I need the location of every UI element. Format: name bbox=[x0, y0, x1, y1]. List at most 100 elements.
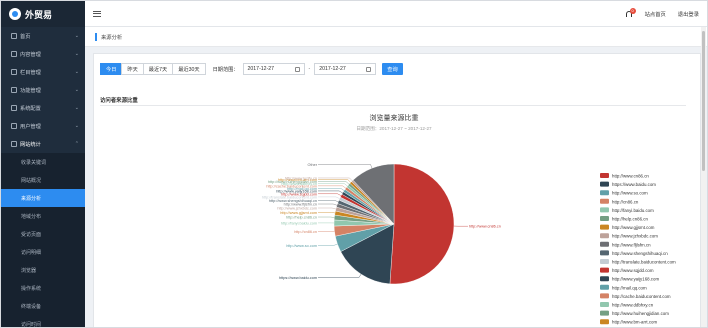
slice-label-line bbox=[318, 164, 373, 169]
pie-chart: 浏览量来源比重 日期范围：2017-12-27 ~ 2017-12-27 htt… bbox=[262, 113, 676, 325]
legend-label[interactable]: http://help.cn86.cn bbox=[612, 217, 648, 222]
sidebar-subitem-region[interactable]: 地域分布 bbox=[1, 207, 85, 225]
legend-swatch[interactable] bbox=[600, 310, 609, 316]
legend-label[interactable]: http://www.shengshihuaqi.cn bbox=[612, 251, 668, 256]
legend-label[interactable]: http://mail.qq.com bbox=[612, 285, 647, 290]
legend-swatch[interactable] bbox=[600, 173, 609, 178]
sidebar-subitem-time[interactable]: 访问时间 bbox=[1, 315, 85, 327]
legend-swatch[interactable] bbox=[600, 250, 609, 256]
document-icon bbox=[11, 51, 17, 57]
slice-label: http://www.lyzjfu.cn bbox=[285, 176, 317, 180]
pie-slice[interactable] bbox=[389, 163, 455, 285]
legend-label[interactable]: http://www.sqjdd.com bbox=[612, 268, 654, 273]
yesterday-button[interactable]: 昨天 bbox=[121, 63, 144, 75]
slice-label-line bbox=[318, 177, 353, 181]
sidebar-subitem-overview[interactable]: 网站概况 bbox=[1, 171, 85, 189]
legend-swatch[interactable] bbox=[600, 233, 609, 239]
slice-label: https://www.baidu.com bbox=[279, 276, 317, 280]
sidebar-item-label: 功能管理 bbox=[20, 87, 41, 94]
sidebar-subitem-keywords[interactable]: 收录关键词 bbox=[1, 153, 85, 171]
site-home-link[interactable]: 站点首页 bbox=[645, 10, 666, 18]
sidebar-item-users[interactable]: 用户管理 ⌄ bbox=[1, 117, 85, 135]
legend-label[interactable]: http://www.so.com bbox=[612, 191, 648, 196]
notification-badge: 0 bbox=[629, 7, 636, 14]
legend-label[interactable]: http://www.fljlsfm.cn bbox=[612, 242, 651, 247]
legend-swatch[interactable] bbox=[600, 241, 609, 247]
chart-subtitle: 日期范围：2017-12-27 ~ 2017-12-27 bbox=[356, 125, 432, 132]
last-7-days-button[interactable]: 最近7天 bbox=[142, 63, 174, 75]
sidebar-subitem-device[interactable]: 终端设备 bbox=[1, 297, 85, 315]
legend-label[interactable]: http://translate.baiducontent.com bbox=[612, 260, 676, 265]
legend-swatch[interactable] bbox=[600, 319, 609, 325]
scrollbar-thumb[interactable] bbox=[702, 31, 705, 171]
legend-swatch[interactable] bbox=[600, 284, 609, 290]
sidebar-item-label: 栏目管理 bbox=[20, 69, 41, 76]
grid-icon bbox=[11, 87, 17, 93]
topbar: 0 站点首页 退出登录 bbox=[85, 1, 707, 27]
end-date-input[interactable]: 2017-12-27 bbox=[314, 63, 377, 75]
chart-icon bbox=[11, 141, 17, 147]
legend-label[interactable]: http://www.huihengjidian.com bbox=[612, 311, 669, 316]
topbar-actions: 0 站点首页 退出登录 bbox=[625, 1, 699, 27]
last-30-days-button[interactable]: 最近30天 bbox=[172, 63, 206, 75]
legend-swatch[interactable] bbox=[600, 276, 609, 282]
chevron-up-icon: ⌃ bbox=[74, 141, 79, 147]
logout-link[interactable]: 退出登录 bbox=[678, 10, 699, 18]
legend-swatch[interactable] bbox=[600, 207, 609, 213]
slice-label-line bbox=[318, 179, 351, 183]
sidebar-item-home[interactable]: 首页 ⌄ bbox=[1, 27, 85, 45]
legend-swatch[interactable] bbox=[600, 302, 609, 307]
chart-title: 浏览量来源比重 bbox=[370, 113, 419, 122]
legend-swatch[interactable] bbox=[600, 198, 609, 204]
user-icon bbox=[11, 123, 17, 129]
slice-label: Other bbox=[308, 163, 318, 167]
sidebar-subitem-details[interactable]: 访问明细 bbox=[1, 243, 85, 261]
scrollbar[interactable] bbox=[701, 27, 706, 327]
menu-toggle-icon[interactable] bbox=[93, 10, 101, 17]
legend-label[interactable]: http://cn86.cn bbox=[612, 199, 639, 204]
legend-label[interactable]: http://www.gjjsmt.com bbox=[612, 225, 655, 230]
legend-swatch[interactable] bbox=[600, 267, 609, 273]
legend-label[interactable]: https://www.baidu.com bbox=[612, 182, 656, 187]
sidebar-item-label: 首页 bbox=[20, 33, 31, 40]
legend-label[interactable]: http://fanyi.baidu.com bbox=[612, 208, 654, 213]
chevron-down-icon: ⌄ bbox=[74, 123, 79, 129]
slice-label: http://cn86.cn bbox=[294, 230, 317, 234]
slice-label-line bbox=[318, 207, 336, 210]
sidebar-item-content[interactable]: 内容管理 ⌄ bbox=[1, 45, 85, 63]
chevron-down-icon: ⌄ bbox=[74, 87, 79, 93]
sidebar-subitem-os[interactable]: 操作系统 bbox=[1, 279, 85, 297]
legend-label[interactable]: http://www.bm-arrt.com bbox=[612, 320, 657, 325]
sidebar-subitem-source[interactable]: 来源分析 bbox=[1, 189, 85, 207]
legend-swatch[interactable] bbox=[600, 216, 609, 221]
sidebar-item-stats[interactable]: 网站统计 ⌃ bbox=[1, 135, 85, 153]
start-date-input[interactable]: 2017-12-27 bbox=[242, 63, 305, 75]
legend-label[interactable]: http://www.jzhxbdc.com bbox=[612, 234, 658, 239]
sidebar-item-columns[interactable]: 栏目管理 ⌄ bbox=[1, 63, 85, 81]
legend-label[interactable]: http://www.yaijy168.com bbox=[612, 277, 659, 282]
legend-label[interactable]: http://cache.baiducontent.com bbox=[612, 294, 671, 299]
sidebar-subitem-pages[interactable]: 受访页面 bbox=[1, 225, 85, 243]
legend-label[interactable]: http://www.ddbhxy.cn bbox=[612, 303, 654, 308]
sidebar-subitem-browser[interactable]: 浏览器 bbox=[1, 261, 85, 279]
slice-label-line bbox=[318, 188, 345, 191]
brand[interactable]: 外贸易 bbox=[1, 1, 85, 27]
slice-label-line bbox=[318, 196, 340, 199]
query-button[interactable]: 查询 bbox=[382, 63, 403, 75]
brand-name: 外贸易 bbox=[25, 9, 53, 20]
legend-swatch[interactable] bbox=[600, 224, 609, 230]
sidebar-item-functions[interactable]: 功能管理 ⌄ bbox=[1, 81, 85, 99]
bell-icon[interactable]: 0 bbox=[625, 7, 636, 19]
legend-swatch[interactable] bbox=[600, 181, 609, 187]
legend-swatch[interactable] bbox=[600, 293, 609, 299]
slice-label-line bbox=[318, 212, 336, 214]
main-panel: 今日 昨天 最近7天 最近30天 日期范围： 2017-12-27 - 2017… bbox=[93, 53, 701, 327]
sidebar-item-system[interactable]: 系统配置 ⌄ bbox=[1, 99, 85, 117]
chevron-down-icon: ⌄ bbox=[74, 69, 79, 75]
brand-logo-icon bbox=[9, 8, 21, 20]
legend-swatch[interactable] bbox=[600, 259, 609, 264]
slice-label: http://fanyi.baidu.com bbox=[281, 221, 317, 225]
today-button[interactable]: 今日 bbox=[100, 63, 123, 75]
legend-label[interactable]: http://www.cn86.cn bbox=[612, 174, 649, 179]
legend-swatch[interactable] bbox=[600, 190, 609, 196]
